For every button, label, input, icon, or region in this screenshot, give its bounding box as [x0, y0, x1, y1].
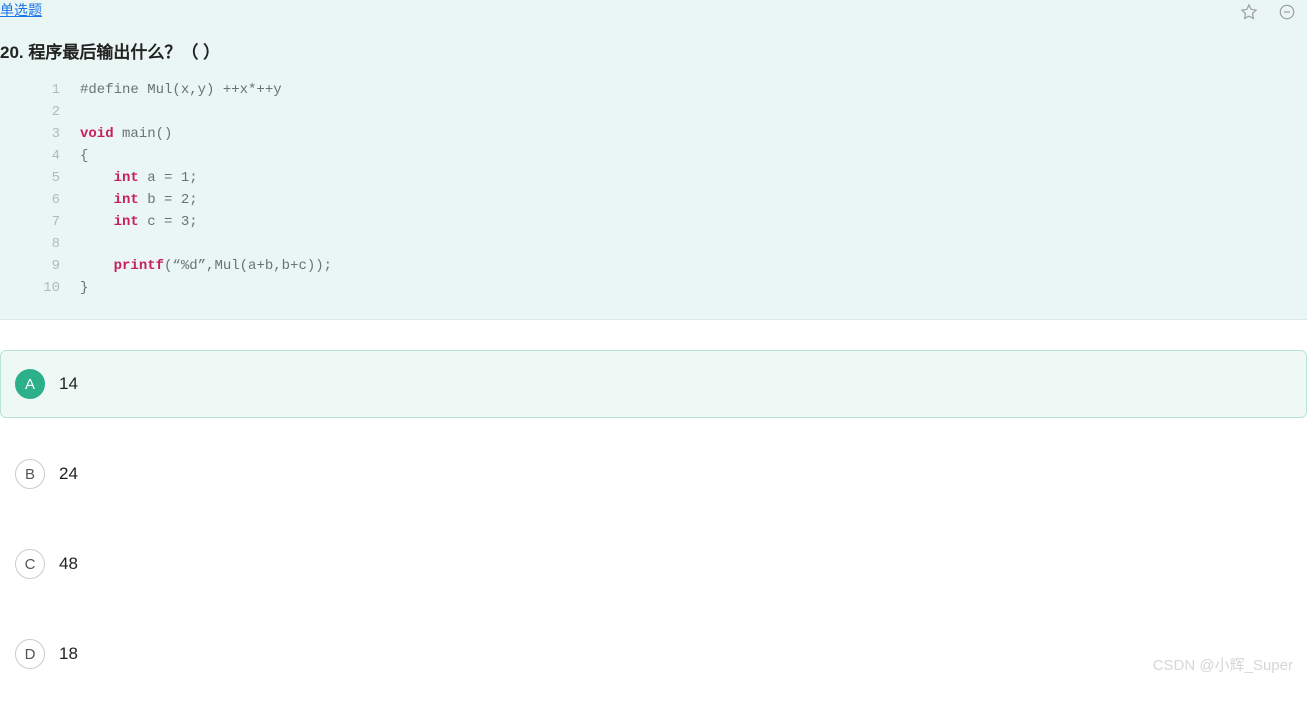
line-number: 3: [40, 123, 80, 145]
code-line: 9 printf(“%d”,Mul(a+b,b+c));: [40, 255, 1307, 277]
code-content: #define Mul(x,y) ++x*++y: [80, 79, 282, 101]
question-number: 20.: [0, 43, 24, 62]
option-letter: A: [15, 369, 45, 399]
question-header: 单选题: [0, 0, 1307, 28]
option-text: 14: [59, 374, 78, 394]
code-content: int c = 3;: [80, 211, 198, 233]
code-line: 4{: [40, 145, 1307, 167]
answer-option-b[interactable]: B 24: [0, 440, 1307, 508]
code-line: 5 int a = 1;: [40, 167, 1307, 189]
star-icon[interactable]: [1239, 2, 1259, 22]
line-number: 4: [40, 145, 80, 167]
code-content: }: [80, 277, 88, 299]
line-number: 8: [40, 233, 80, 255]
code-line: 10}: [40, 277, 1307, 299]
option-letter: D: [15, 639, 45, 669]
question-text: 程序最后输出什么？（ ）: [28, 43, 220, 62]
code-content: int b = 2;: [80, 189, 198, 211]
code-content: int a = 1;: [80, 167, 198, 189]
code-content: printf(“%d”,Mul(a+b,b+c));: [80, 255, 332, 277]
code-content: {: [80, 145, 88, 167]
question-type-link[interactable]: 单选题: [0, 0, 42, 28]
code-block: 1#define Mul(x,y) ++x*++y23void main()4{…: [0, 79, 1307, 299]
answer-option-d[interactable]: D 18: [0, 620, 1307, 688]
option-text: 48: [59, 554, 78, 574]
question-card: 单选题 20. 程序最后输出什么？（ ） 1#define Mul(x,y) +…: [0, 0, 1307, 320]
code-line: 8: [40, 233, 1307, 255]
line-number: 1: [40, 79, 80, 101]
header-icons: [1239, 0, 1297, 22]
options-list: A 14 B 24 C 48 D 18: [0, 320, 1307, 688]
option-letter: B: [15, 459, 45, 489]
code-content: void main(): [80, 123, 172, 145]
code-line: 7 int c = 3;: [40, 211, 1307, 233]
option-text: 18: [59, 644, 78, 664]
question-title: 20. 程序最后输出什么？（ ）: [0, 28, 1307, 79]
code-line: 2: [40, 101, 1307, 123]
answer-option-c[interactable]: C 48: [0, 530, 1307, 598]
line-number: 7: [40, 211, 80, 233]
code-line: 1#define Mul(x,y) ++x*++y: [40, 79, 1307, 101]
line-number: 5: [40, 167, 80, 189]
code-line: 6 int b = 2;: [40, 189, 1307, 211]
line-number: 6: [40, 189, 80, 211]
line-number: 10: [40, 277, 80, 299]
line-number: 9: [40, 255, 80, 277]
collapse-icon[interactable]: [1277, 2, 1297, 22]
line-number: 2: [40, 101, 80, 123]
code-line: 3void main(): [40, 123, 1307, 145]
answer-option-a[interactable]: A 14: [0, 350, 1307, 418]
option-text: 24: [59, 464, 78, 484]
option-letter: C: [15, 549, 45, 579]
